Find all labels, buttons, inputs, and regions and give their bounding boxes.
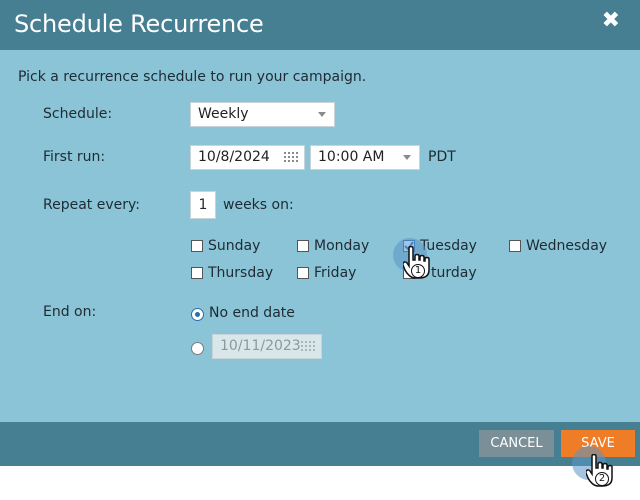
- end-date-value: 10/11/2023: [220, 338, 301, 354]
- day-label: Thursday: [208, 265, 274, 281]
- schedule-recurrence-dialog: Schedule Recurrence ✖ Pick a recurrence …: [0, 0, 640, 466]
- calendar-icon: [301, 341, 315, 352]
- pointer-cursor-icon: 2: [572, 446, 618, 492]
- schedule-value: Weekly: [198, 106, 249, 122]
- dialog-footer: CANCEL SAVE: [0, 422, 640, 466]
- first-run-date-value: 10/8/2024: [198, 149, 270, 165]
- first-run-label: First run:: [43, 149, 106, 165]
- radio-no-end-date[interactable]: [191, 308, 204, 321]
- step-number: 2: [595, 472, 609, 486]
- day-label: Friday: [314, 265, 357, 281]
- pointer-cursor-icon: 1: [393, 238, 433, 284]
- checkbox[interactable]: [191, 267, 203, 279]
- checkbox[interactable]: [297, 267, 309, 279]
- checkbox[interactable]: [297, 240, 309, 252]
- end-date-input[interactable]: 10/11/2023: [212, 334, 322, 359]
- dialog-title: Schedule Recurrence: [14, 10, 264, 38]
- schedule-select[interactable]: Weekly: [190, 102, 335, 127]
- day-label: Monday: [314, 238, 370, 254]
- checkbox[interactable]: [509, 240, 521, 252]
- timezone-label: PDT: [428, 149, 456, 165]
- first-run-time-value: 10:00 AM: [318, 149, 385, 165]
- chevron-down-icon: [403, 155, 411, 160]
- dialog-titlebar: Schedule Recurrence ✖: [0, 0, 640, 50]
- cancel-button[interactable]: CANCEL: [479, 430, 554, 457]
- close-icon[interactable]: ✖: [602, 8, 620, 33]
- day-label: Wednesday: [526, 238, 608, 254]
- repeat-unit-label: weeks on:: [223, 197, 294, 213]
- repeat-count-input[interactable]: 1: [190, 191, 216, 219]
- radio-end-date[interactable]: [191, 342, 204, 355]
- first-run-date-input[interactable]: 10/8/2024: [190, 145, 305, 170]
- checkbox[interactable]: [191, 240, 203, 252]
- day-label: turday: [431, 265, 477, 281]
- no-end-date-label: No end date: [209, 305, 295, 321]
- repeat-label: Repeat every:: [43, 197, 140, 213]
- dialog-body: Pick a recurrence schedule to run your c…: [0, 50, 640, 422]
- chevron-down-icon: [318, 112, 326, 117]
- step-number: 1: [411, 264, 425, 278]
- calendar-icon[interactable]: [284, 152, 298, 163]
- day-label: Sunday: [208, 238, 261, 254]
- end-on-label: End on:: [43, 304, 97, 320]
- first-run-time-select[interactable]: 10:00 AM: [310, 145, 420, 170]
- schedule-label: Schedule:: [43, 106, 113, 122]
- intro-text: Pick a recurrence schedule to run your c…: [18, 69, 367, 85]
